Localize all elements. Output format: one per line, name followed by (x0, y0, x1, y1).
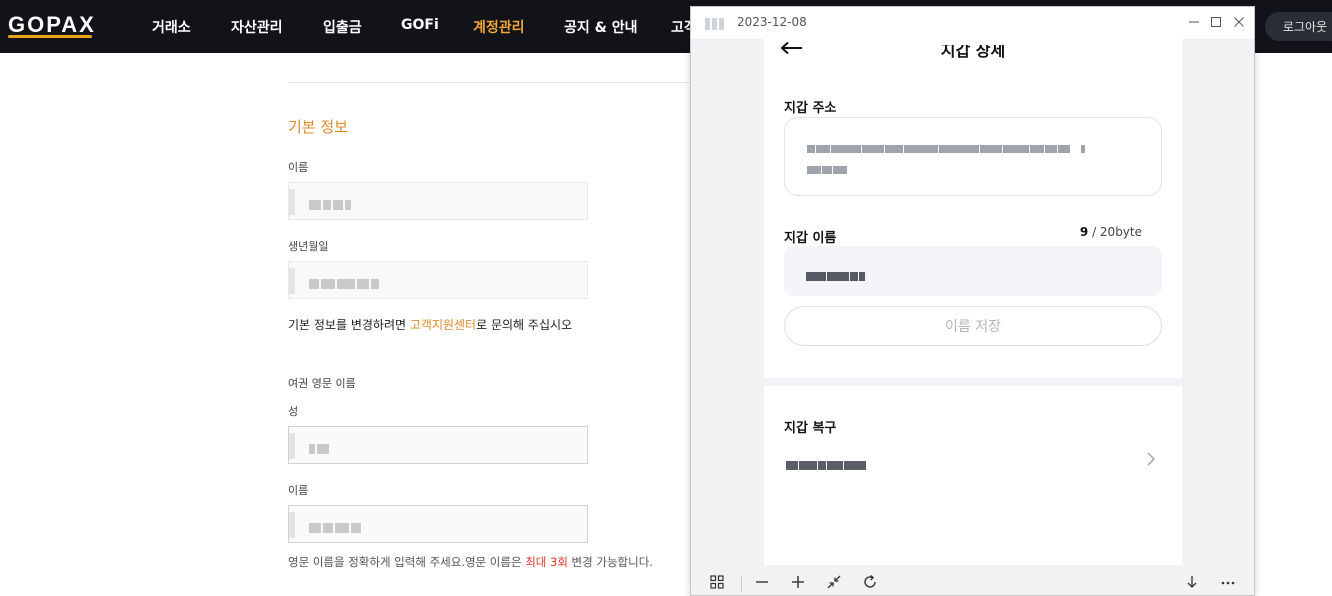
redacted-text (309, 517, 363, 533)
wallet-detail-window: 2023-12-08 지갑 상세 지갑 주소 지갑 이름 9 / 20byte (690, 6, 1255, 596)
grid-icon[interactable] (708, 573, 726, 591)
name-byte-counter: 9 / 20byte (1079, 225, 1142, 239)
basic-info-notice: 기본 정보를 변경하려면 고객지원센터로 문의해 주십시오 (288, 318, 573, 332)
wallet-name-label: 지갑 이름 (784, 231, 837, 246)
nav-account-management[interactable]: 계정관리 (473, 17, 525, 37)
nav-deposit-withdraw[interactable]: 입출금 (323, 17, 362, 37)
section-divider (288, 82, 708, 83)
wallet-detail-header: 지갑 상세 (940, 41, 1006, 60)
first-name-label: 이름 (288, 484, 309, 497)
redacted-text (309, 273, 381, 289)
wallet-name-input[interactable] (784, 246, 1162, 296)
nav-exchange[interactable]: 거래소 (152, 17, 191, 37)
last-name-label: 성 (288, 405, 299, 418)
chevron-right-icon (1146, 451, 1156, 471)
logout-button[interactable]: 로그아웃 (1265, 12, 1332, 41)
window-titlebar: 2023-12-08 (691, 7, 1254, 39)
download-icon[interactable] (1183, 573, 1201, 591)
first-name-input[interactable] (288, 505, 588, 543)
wallet-recovery-item[interactable] (784, 445, 1162, 475)
redacted-text (309, 194, 353, 210)
viewer-toolbar (691, 565, 1254, 595)
basic-info-title: 기본 정보 (288, 118, 348, 136)
support-center-link[interactable]: 고객지원센터 (410, 318, 476, 332)
logo-underline (8, 35, 92, 38)
birth-field (288, 261, 588, 299)
wallet-address-label: 지갑 주소 (784, 101, 837, 116)
nav-asset-management[interactable]: 자산관리 (231, 17, 283, 37)
passport-name-notice: 영문 이름을 정확하게 입력해 주세요.영문 이름은 최대 3회 변경 가능합니… (288, 555, 653, 569)
passport-name-title: 여권 영문 이름 (288, 377, 356, 390)
redacted-text (309, 438, 331, 454)
collapse-icon[interactable] (825, 573, 843, 591)
rotate-icon[interactable] (861, 573, 879, 591)
minus-icon[interactable] (753, 573, 771, 591)
birth-label: 생년월일 (288, 240, 329, 253)
window-title-date: 2023-12-08 (737, 15, 807, 29)
wallet-recovery-label: 지갑 복구 (784, 421, 837, 436)
plus-icon[interactable] (789, 573, 807, 591)
arrow-left-icon[interactable] (780, 39, 804, 58)
nav-gofi[interactable]: GOFi (401, 17, 439, 33)
toolbar-separator (741, 575, 742, 591)
section-separator (764, 378, 1182, 386)
name-field (288, 182, 588, 220)
wallet-detail-content: 지갑 상세 지갑 주소 지갑 이름 9 / 20byte 이름 저장 지갑 복구 (764, 39, 1182, 565)
redacted-wallet-name (806, 266, 866, 281)
redacted-address-line (807, 159, 848, 174)
last-name-input[interactable] (288, 426, 588, 464)
minimize-icon[interactable] (1185, 13, 1203, 31)
redacted-recovery-text (786, 455, 867, 470)
save-name-button[interactable]: 이름 저장 (784, 306, 1162, 346)
maximize-icon[interactable] (1207, 13, 1225, 31)
wallet-address-field (784, 117, 1162, 196)
name-label: 이름 (288, 161, 309, 174)
more-icon[interactable] (1219, 573, 1237, 591)
redacted-address-line (807, 138, 1086, 153)
redacted-title (705, 15, 735, 30)
nav-notice[interactable]: 공지 & 안내 (564, 17, 637, 37)
close-icon[interactable] (1230, 13, 1248, 31)
